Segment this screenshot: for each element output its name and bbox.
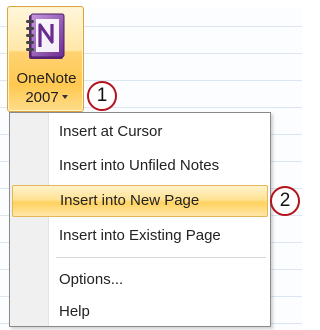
callout-step-2: 2 [270,186,300,216]
onenote-dropdown-menu: Insert at Cursor Insert into Unfiled Not… [9,112,271,327]
menu-item-insert-into-existing-page[interactable]: Insert into Existing Page [12,220,268,252]
menu-item-insert-into-new-page[interactable]: Insert into New Page [12,185,268,217]
menu-item-insert-into-unfiled-notes[interactable]: Insert into Unfiled Notes [12,150,268,182]
onenote-button-label: OneNote [16,70,77,87]
menu-item-help[interactable]: Help [12,296,268,328]
menu-item-insert-at-cursor[interactable]: Insert at Cursor [12,116,268,148]
menu-separator [56,257,266,258]
onenote-2007-button[interactable]: OneNote 2007 [7,6,84,112]
menu-item-options[interactable]: Options... [12,264,268,296]
onenote-button-version: 2007 [8,89,85,107]
onenote-notebook-icon [26,13,65,59]
dropdown-arrow-icon [61,95,68,100]
callout-step-1: 1 [87,81,117,111]
